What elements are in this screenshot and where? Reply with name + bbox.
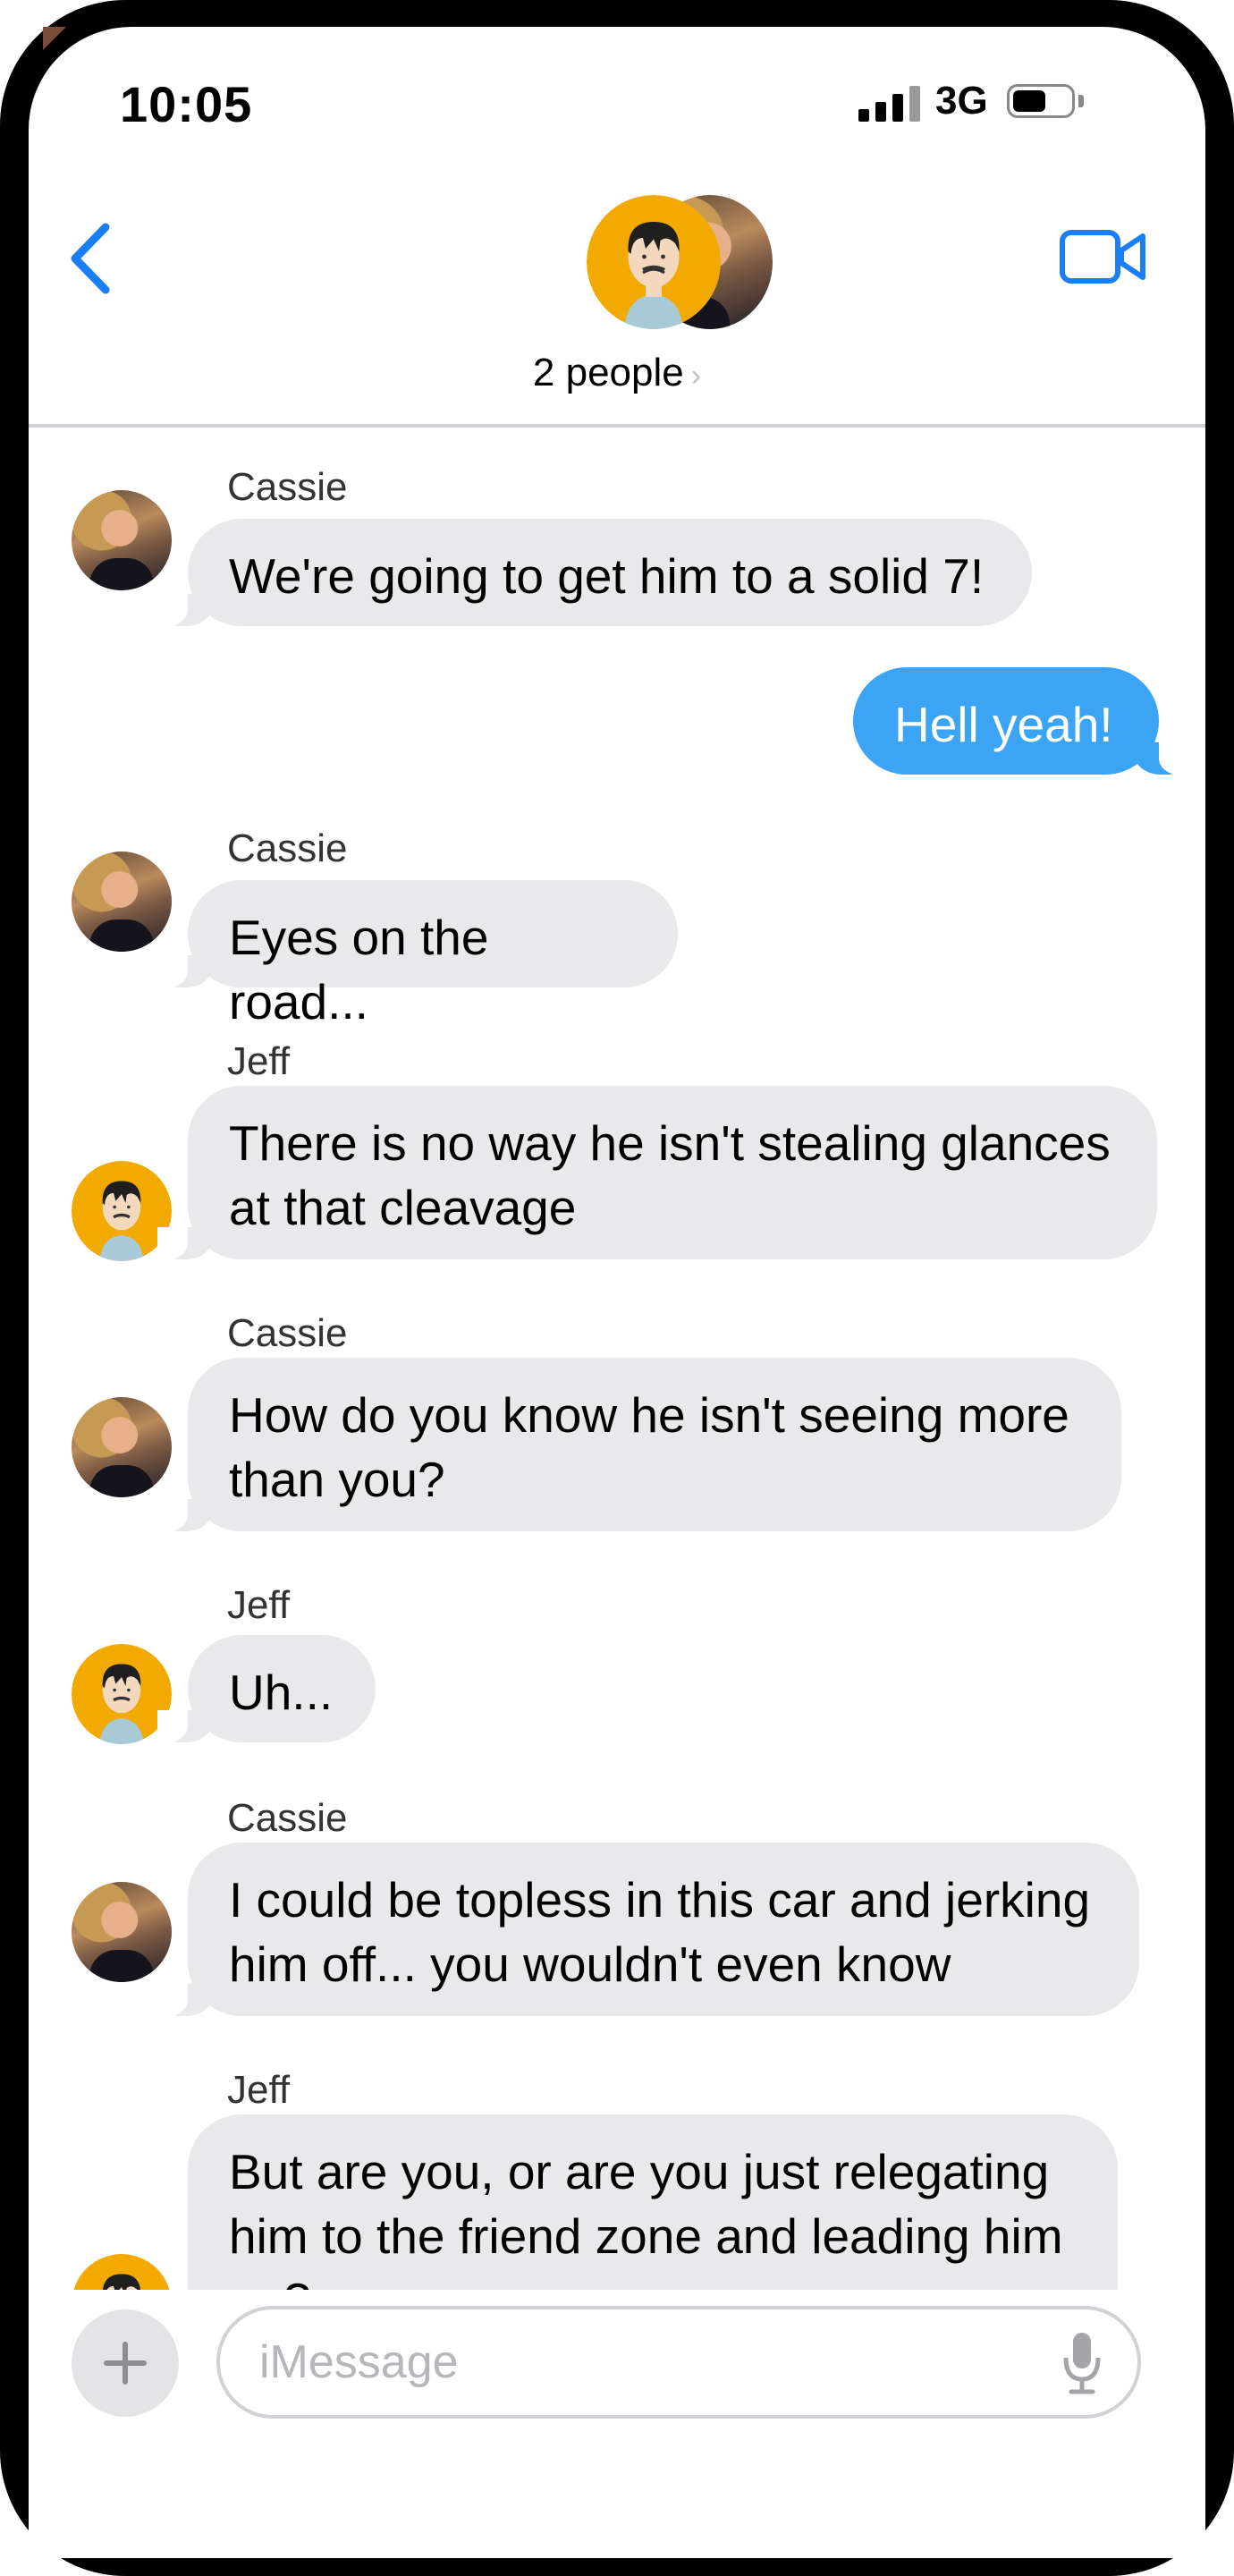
sender-name: Jeff [227,1583,291,1627]
sender-name: Jeff [227,2068,291,2112]
message-bubble-incoming: We're going to get him to a solid 7! [157,519,1032,626]
man-face-icon [587,195,721,329]
message-bubble-incoming: Uh... [157,1635,376,1742]
microphone-icon [1063,2333,1101,2394]
cassie-avatar [72,490,172,590]
cassie-avatar [72,852,172,952]
group-avatars[interactable] [558,168,773,338]
video-call-button[interactable] [1059,225,1148,288]
status-time: 10:05 [120,76,253,132]
sender-name: Cassie [227,1311,348,1355]
chevron-left-icon [71,223,110,294]
network-type: 3G [935,79,988,123]
conversation-details-link[interactable]: 2 people › [0,351,1234,395]
battery-icon [1007,84,1075,118]
sender-name: Cassie [227,465,348,509]
sender-name: Cassie [227,826,348,870]
message-bubble-incoming: There is no way he isn't stealing glance… [157,1086,1157,1259]
dictation-button[interactable] [1061,2329,1103,2395]
message-bubble-incoming: I could be topless in this car and jerki… [157,1843,1139,2016]
cassie-avatar [72,1882,172,1982]
back-button[interactable] [64,220,118,297]
message-bubble-outgoing: Hell yeah! [853,667,1189,775]
people-count: 2 people [532,351,684,394]
jeff-avatar [587,195,721,329]
header-divider [29,424,1205,428]
corner-mark [43,27,66,50]
battery-tip [1078,95,1084,107]
imessage-input[interactable] [216,2306,1141,2419]
chevron-right-icon: › [690,359,702,393]
sender-name: Jeff [227,1039,291,1083]
video-camera-icon [1060,230,1145,284]
cassie-avatar [72,1397,172,1497]
cellular-signal-icon [858,82,921,122]
sender-name: Cassie [227,1796,348,1840]
add-attachment-button[interactable] [72,2309,179,2417]
message-bubble-incoming: Eyes on the road... [157,880,678,1030]
message-bubble-incoming: How do you know he isn't seeing more tha… [157,1358,1121,1531]
